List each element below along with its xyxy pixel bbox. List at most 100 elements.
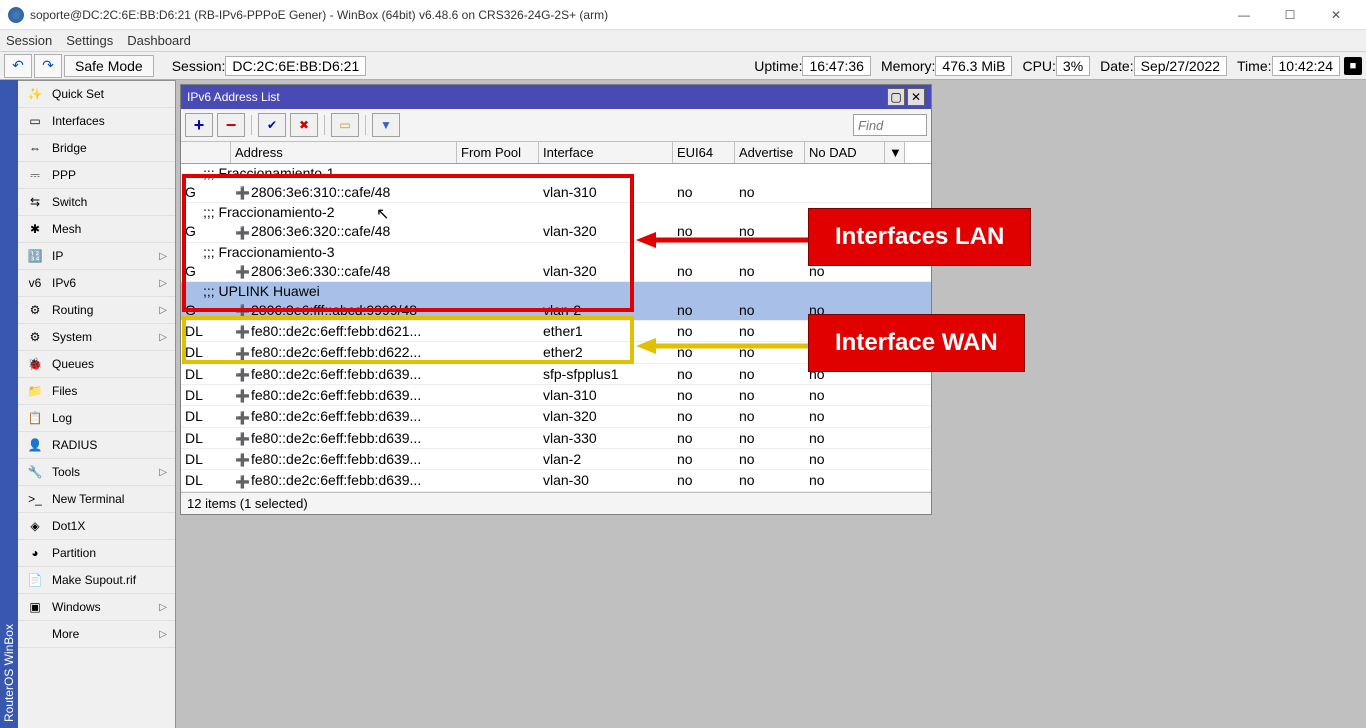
- cell-address: fe80::de2c:6eff:febb:d639...: [231, 364, 457, 384]
- sidebar-icon: v6: [26, 275, 44, 291]
- sidebar-icon: ⇆: [26, 194, 44, 210]
- sidebar-item-system[interactable]: ⚙System▷: [18, 324, 175, 351]
- cell-interface: vlan-320: [539, 406, 673, 426]
- disable-button[interactable]: ✖: [290, 113, 318, 137]
- sidebar-item-bridge[interactable]: ⇔Bridge: [18, 135, 175, 162]
- undo-button[interactable]: [4, 54, 32, 78]
- cell-advertise: no: [735, 449, 805, 469]
- cell-pool: [457, 364, 539, 384]
- sidebar-item-routing[interactable]: ⚙Routing▷: [18, 297, 175, 324]
- sidebar: ✨Quick Set▭Interfaces⇔Bridge⎓PPP⇆Switch✱…: [18, 80, 176, 728]
- col-eui64[interactable]: EUI64: [673, 142, 735, 163]
- grid-row[interactable]: DLfe80::de2c:6eff:febb:d639...vlan-330no…: [181, 428, 931, 449]
- col-from-pool[interactable]: From Pool: [457, 142, 539, 163]
- session-label: Session:: [172, 58, 226, 74]
- sidebar-item-queues[interactable]: 🐞 Queues: [18, 351, 175, 378]
- sidebar-item-dot1x[interactable]: ◈Dot1X: [18, 513, 175, 540]
- minimize-button[interactable]: —: [1222, 1, 1266, 29]
- sidebar-item-ppp[interactable]: ⎓PPP: [18, 162, 175, 189]
- menu-session[interactable]: Session: [6, 33, 52, 48]
- cell-pool: [457, 406, 539, 426]
- vertical-tab[interactable]: RouterOS WinBox: [0, 80, 18, 728]
- window-title: soporte@DC:2C:6E:BB:D6:21 (RB-IPv6-PPPoE…: [30, 8, 1222, 22]
- lan-annotation: Interfaces LAN: [808, 208, 1031, 266]
- panel-minimize-button[interactable]: ▢: [887, 88, 905, 106]
- sidebar-icon: ◕: [26, 545, 44, 561]
- date-value: Sep/27/2022: [1134, 56, 1227, 76]
- sidebar-item-switch[interactable]: ⇆Switch: [18, 189, 175, 216]
- sidebar-label: IP: [52, 249, 63, 263]
- sidebar-icon: 📁: [26, 383, 44, 399]
- remove-button[interactable]: −: [217, 113, 245, 137]
- col-dropdown[interactable]: ▼: [885, 142, 905, 163]
- sidebar-item-new-terminal[interactable]: >_New Terminal: [18, 486, 175, 513]
- cell-eui64: no: [673, 364, 735, 384]
- sidebar-item-files[interactable]: 📁Files: [18, 378, 175, 405]
- menu-dashboard[interactable]: Dashboard: [127, 33, 191, 48]
- submenu-arrow-icon: ▷: [159, 305, 167, 316]
- undo-icon: [12, 57, 24, 74]
- submenu-arrow-icon: ▷: [159, 629, 167, 640]
- time-label: Time:: [1237, 58, 1271, 74]
- sidebar-label: Queues: [52, 357, 94, 371]
- cell-flag: DL: [181, 364, 231, 384]
- cell-eui64: no: [673, 428, 735, 448]
- cell-interface: vlan-30: [539, 470, 673, 490]
- date-label: Date:: [1100, 58, 1133, 74]
- maximize-button[interactable]: ☐: [1268, 1, 1312, 29]
- cell-pool: [457, 385, 539, 405]
- panel-close-button[interactable]: ✕: [907, 88, 925, 106]
- menu-settings[interactable]: Settings: [66, 33, 113, 48]
- add-button[interactable]: +: [185, 113, 213, 137]
- sidebar-item-ip[interactable]: 🔢IP▷: [18, 243, 175, 270]
- col-address[interactable]: Address: [231, 142, 457, 163]
- sidebar-item-make-supout-rif[interactable]: 📄Make Supout.rif: [18, 567, 175, 594]
- close-button[interactable]: ✕: [1314, 1, 1358, 29]
- cursor-icon: ↖: [376, 204, 389, 224]
- sidebar-item-quick-set[interactable]: ✨Quick Set: [18, 80, 175, 108]
- sidebar-item-more[interactable]: More▷: [18, 621, 175, 648]
- col-advertise[interactable]: Advertise: [735, 142, 805, 163]
- find-input[interactable]: [853, 114, 927, 136]
- col-flag[interactable]: [181, 142, 231, 163]
- redo-button[interactable]: [34, 54, 62, 78]
- comment-button[interactable]: ▭: [331, 113, 359, 137]
- grid-row[interactable]: DLfe80::de2c:6eff:febb:d639...vlan-310no…: [181, 385, 931, 406]
- sidebar-item-partition[interactable]: ◕Partition: [18, 540, 175, 567]
- sidebar-item-windows[interactable]: ▣Windows▷: [18, 594, 175, 621]
- cell-no-dad: no: [805, 449, 885, 469]
- enable-button[interactable]: ✔: [258, 113, 286, 137]
- cell-address: fe80::de2c:6eff:febb:d639...: [231, 428, 457, 448]
- sidebar-item-radius[interactable]: 👤RADIUS: [18, 432, 175, 459]
- cell-pool: [457, 449, 539, 469]
- col-no-dad[interactable]: No DAD: [805, 142, 885, 163]
- grid-row[interactable]: DLfe80::de2c:6eff:febb:d639...vlan-30non…: [181, 470, 931, 491]
- sidebar-item-interfaces[interactable]: ▭Interfaces: [18, 108, 175, 135]
- panel-titlebar[interactable]: IPv6 Address List ▢ ✕: [181, 85, 931, 109]
- sidebar-icon: 📋: [26, 410, 44, 426]
- session-value: DC:2C:6E:BB:D6:21: [225, 56, 366, 76]
- memory-value: 476.3 MiB: [935, 56, 1012, 76]
- sidebar-item-mesh[interactable]: ✱Mesh: [18, 216, 175, 243]
- sidebar-item-ipv6[interactable]: v6IPv6▷: [18, 270, 175, 297]
- filter-button[interactable]: ▼: [372, 113, 400, 137]
- sidebar-icon: ⇔: [26, 140, 44, 156]
- sidebar-label: Mesh: [52, 222, 81, 236]
- cpu-label: CPU:: [1022, 58, 1055, 74]
- col-interface[interactable]: Interface: [539, 142, 673, 163]
- cell-eui64: no: [673, 406, 735, 426]
- sidebar-icon: ⎓: [26, 167, 44, 183]
- sidebar-item-log[interactable]: 📋Log: [18, 405, 175, 432]
- menubar: Session Settings Dashboard: [0, 30, 1366, 52]
- grid-footer: 12 items (1 selected): [181, 492, 931, 514]
- safe-mode-button[interactable]: Safe Mode: [64, 55, 154, 77]
- sidebar-item-tools[interactable]: 🔧Tools▷: [18, 459, 175, 486]
- sidebar-icon: 🐞: [26, 356, 44, 372]
- cell-address: fe80::de2c:6eff:febb:d639...: [231, 449, 457, 469]
- grid-row[interactable]: DLfe80::de2c:6eff:febb:d639...vlan-2nono…: [181, 449, 931, 470]
- cell-advertise: no: [735, 470, 805, 490]
- grid-row[interactable]: DLfe80::de2c:6eff:febb:d639...vlan-320no…: [181, 406, 931, 427]
- sidebar-label: Make Supout.rif: [52, 573, 136, 587]
- content-area: IPv6 Address List ▢ ✕ + − ✔ ✖ ▭ ▼ Addres…: [176, 80, 1366, 728]
- wan-highlight-box: [182, 316, 634, 364]
